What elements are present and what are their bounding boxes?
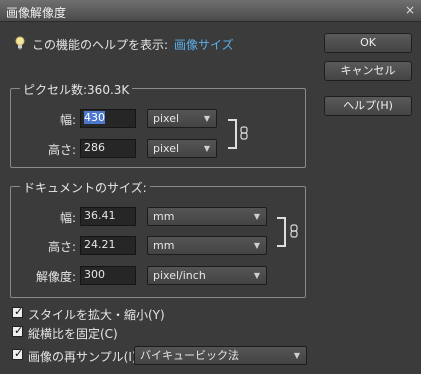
checkmark-icon: ✓ [14,305,24,318]
pixel-height-unit-select[interactable]: pixel ▼ [147,139,217,158]
link-icon [290,224,298,238]
chevron-down-icon: ▼ [293,351,300,360]
doc-width-value: 36.41 [84,209,116,222]
checkbox[interactable]: ✓ [12,305,24,318]
pixel-width-input[interactable]: 430 [80,109,136,128]
doc-height-input[interactable]: 24.21 [80,236,136,255]
window-title: 画像解像度 [6,6,67,20]
pixel-height-input[interactable]: 286 [80,139,136,158]
doc-height-label: 高さ: [47,240,76,254]
chevron-down-icon: ▼ [253,212,260,221]
checkbox[interactable]: ✓ [12,347,24,360]
doc-height-unit-select[interactable]: mm ▼ [147,236,267,255]
constrain-bracket [228,119,237,149]
resolution-input[interactable]: 300 [80,266,136,285]
pixel-height-value: 286 [84,141,105,154]
chevron-down-icon: ▼ [203,114,210,123]
lightbulb-icon [15,36,25,50]
scale-styles-label: スタイルを拡大・縮小(Y) [28,308,165,322]
checkbox[interactable]: ✓ [12,324,24,337]
chevron-down-icon: ▼ [253,241,260,250]
document-size-title: ドキュメントのサイズ: [20,179,150,196]
help-link[interactable]: 画像サイズ [174,38,234,52]
cancel-button[interactable]: キャンセル [324,61,412,81]
doc-width-unit-select[interactable]: mm ▼ [147,207,267,226]
checkmark-icon: ✓ [14,347,24,360]
resample-label: 画像の再サンプル(I): [28,350,141,364]
help-prefix: この機能のヘルプを表示: [32,38,169,52]
doc-width-label: 幅: [59,211,76,225]
pixel-width-unit-select[interactable]: pixel ▼ [147,109,217,128]
help-button[interactable]: ヘルプ(H) [324,96,412,116]
help-prompt: この機能のヘルプを表示: 画像サイズ [32,36,234,53]
pixel-height-label: 高さ: [47,143,76,157]
chevron-down-icon: ▼ [253,271,260,280]
resolution-unit-select[interactable]: pixel/inch ▼ [147,266,267,285]
doc-width-input[interactable]: 36.41 [80,207,136,226]
pixel-dimensions-title: ピクセル数:360.3K [20,81,133,98]
constrain-proportions-label: 縦横比を固定(C) [28,327,118,341]
checkmark-icon: ✓ [14,324,24,337]
doc-height-unit: mm [153,239,175,252]
doc-height-value: 24.21 [84,238,116,251]
title-bar: 画像解像度 × [0,0,421,22]
resolution-label: 解像度: [35,270,76,284]
resolution-unit: pixel/inch [153,269,206,282]
resample-method-select[interactable]: バイキュービック法 ▼ [134,346,307,365]
doc-width-unit: mm [153,210,175,223]
resample-method: バイキュービック法 [140,349,239,362]
chevron-down-icon: ▼ [203,144,210,153]
close-icon[interactable]: × [405,3,415,17]
constrain-bracket [277,217,286,247]
ok-button[interactable]: OK [324,33,412,53]
pixel-height-unit: pixel [153,142,180,155]
pixel-width-unit: pixel [153,112,180,125]
pixel-width-label: 幅: [59,113,76,127]
pixel-width-value: 430 [84,111,105,124]
resolution-value: 300 [84,268,105,281]
link-icon [240,126,248,140]
